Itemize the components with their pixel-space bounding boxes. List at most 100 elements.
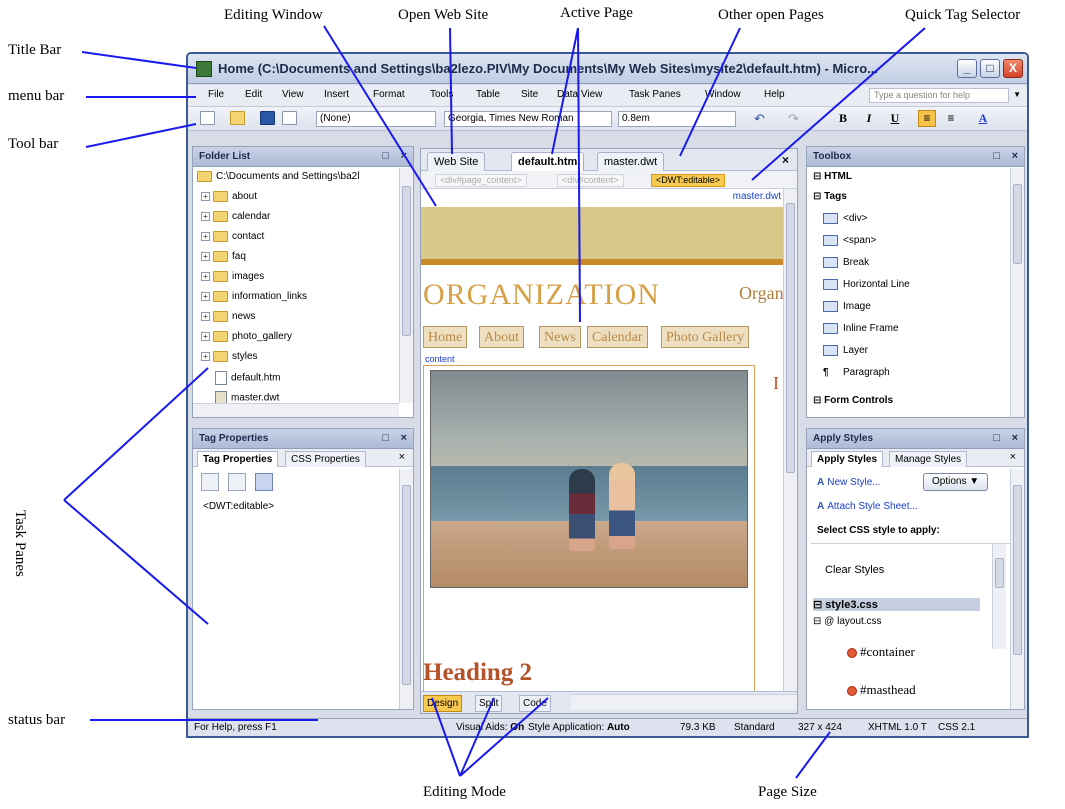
menu-site[interactable]: Site bbox=[521, 89, 538, 100]
expand-icon[interactable]: + bbox=[201, 332, 210, 341]
expand-icon[interactable]: + bbox=[201, 292, 210, 301]
toolbox-item-span[interactable]: <span> bbox=[823, 235, 876, 253]
expand-icon[interactable]: + bbox=[201, 352, 210, 361]
quick-tag-page-content[interactable]: <div#page_content> bbox=[435, 174, 527, 187]
doctype-status[interactable]: XHTML 1.0 T bbox=[868, 722, 927, 733]
editing-scrollbar[interactable] bbox=[783, 189, 797, 691]
tab-tag-properties[interactable]: Tag Properties bbox=[197, 451, 279, 467]
align-left-button[interactable]: ≡ bbox=[918, 110, 936, 127]
new-page-icon[interactable] bbox=[200, 111, 215, 125]
expand-icon[interactable]: + bbox=[201, 312, 210, 321]
design-canvas[interactable]: master.dwt ORGANIZATION Organ Home About… bbox=[421, 189, 783, 691]
toolbox-item-inline-frame[interactable]: Inline Frame bbox=[823, 323, 899, 341]
apply-styles-maximize-icon[interactable]: □ bbox=[993, 432, 1000, 444]
nav-calendar[interactable]: Calendar bbox=[587, 326, 648, 348]
attach-style-sheet-link[interactable]: A Attach Style Sheet... bbox=[817, 501, 918, 512]
tab-web-site[interactable]: Web Site bbox=[427, 152, 486, 171]
close-button[interactable]: X bbox=[1003, 59, 1023, 78]
menu-insert[interactable]: Insert bbox=[324, 89, 349, 100]
tree-folder-images[interactable]: + images bbox=[201, 271, 264, 291]
nav-news[interactable]: News bbox=[539, 326, 581, 348]
style-sheet-layout[interactable]: ⊟ @ layout.css bbox=[813, 616, 980, 627]
tab-apply-styles[interactable]: Apply Styles bbox=[811, 451, 884, 467]
help-search-input[interactable]: Type a question for help bbox=[869, 88, 1009, 103]
tab-css-properties[interactable]: CSS Properties bbox=[285, 451, 366, 467]
tab-master-dwt[interactable]: master.dwt bbox=[597, 152, 665, 171]
toolbox-section-form-controls[interactable]: ⊟ Form Controls bbox=[813, 395, 893, 413]
tree-folder-news[interactable]: + news bbox=[201, 311, 255, 331]
show-set-properties-icon[interactable] bbox=[254, 473, 273, 491]
scroll-thumb[interactable] bbox=[1013, 184, 1022, 264]
font-color-button[interactable]: A bbox=[974, 111, 992, 127]
menu-task-panes[interactable]: Task Panes bbox=[629, 89, 681, 100]
editable-content-region[interactable] bbox=[423, 365, 755, 691]
scroll-thumb[interactable] bbox=[402, 186, 411, 336]
menu-file[interactable]: File bbox=[208, 89, 224, 100]
scroll-thumb[interactable] bbox=[402, 485, 411, 685]
styles-list-scrollbar[interactable] bbox=[992, 544, 1006, 649]
menu-format[interactable]: Format bbox=[373, 89, 405, 100]
sort-az-icon[interactable] bbox=[227, 473, 246, 491]
toolbox-item-div[interactable]: <div> bbox=[823, 213, 867, 231]
tab-manage-styles[interactable]: Manage Styles bbox=[889, 451, 968, 467]
apply-styles-scrollbar[interactable] bbox=[1010, 469, 1024, 709]
tree-folder-information-links[interactable]: + information_links bbox=[201, 291, 307, 311]
tree-folder-calendar[interactable]: + calendar bbox=[201, 211, 270, 231]
tag-properties-close-icon[interactable]: × bbox=[401, 432, 407, 444]
expand-icon[interactable]: + bbox=[201, 252, 210, 261]
style-application-status[interactable]: Style Application: Auto bbox=[528, 722, 630, 733]
menu-table[interactable]: Table bbox=[476, 89, 500, 100]
quick-tag-editable[interactable]: <DWT:editable> bbox=[651, 174, 726, 187]
style-combo[interactable]: (None) bbox=[316, 111, 436, 127]
apply-styles-close-icon[interactable]: × bbox=[1012, 432, 1018, 444]
expand-icon[interactable]: + bbox=[201, 192, 210, 201]
visual-aids-status[interactable]: Visual Aids: On bbox=[456, 722, 524, 733]
toolbox-section-tags[interactable]: ⊟ Tags bbox=[813, 191, 847, 209]
toolbox-item-paragraph[interactable]: ¶ Paragraph bbox=[823, 367, 890, 385]
toolbox-item-layer[interactable]: Layer bbox=[823, 345, 868, 363]
toolbox-close-icon[interactable]: × bbox=[1012, 150, 1018, 162]
minimize-button[interactable]: _ bbox=[957, 59, 977, 78]
design-mode-button[interactable]: Design bbox=[423, 695, 463, 712]
tree-file-default[interactable]: default.htm bbox=[215, 371, 280, 391]
save-icon[interactable] bbox=[260, 111, 275, 125]
nav-home[interactable]: Home bbox=[423, 326, 468, 348]
scroll-thumb[interactable] bbox=[995, 558, 1004, 588]
categorized-icon[interactable] bbox=[201, 473, 219, 491]
redo-icon[interactable]: ↷ bbox=[788, 111, 799, 127]
expand-icon[interactable]: + bbox=[201, 272, 210, 281]
style-rule-container[interactable]: #container bbox=[847, 644, 980, 660]
style-rule-masthead[interactable]: #masthead bbox=[847, 682, 980, 698]
scroll-thumb[interactable] bbox=[786, 203, 795, 473]
menu-edit[interactable]: Edit bbox=[245, 89, 262, 100]
folder-list-maximize-icon[interactable]: □ bbox=[382, 150, 389, 162]
align-center-button[interactable]: ≡ bbox=[942, 111, 960, 127]
editing-hscrollbar[interactable] bbox=[571, 694, 797, 710]
undo-icon[interactable]: ↶ bbox=[754, 111, 765, 127]
bold-button[interactable]: B bbox=[834, 111, 852, 127]
toolbox-section-html[interactable]: ⊟ HTML bbox=[813, 171, 852, 189]
master-page-link[interactable]: master.dwt bbox=[733, 191, 781, 202]
code-mode-button[interactable]: Code bbox=[519, 695, 551, 712]
font-size-combo[interactable]: 0.8em bbox=[618, 111, 736, 127]
document-close-icon[interactable]: × bbox=[782, 153, 789, 167]
nav-about[interactable]: About bbox=[479, 326, 524, 348]
apply-styles-tab-close-icon[interactable]: × bbox=[1010, 451, 1016, 463]
nav-photo-gallery[interactable]: Photo Gallery bbox=[661, 326, 750, 348]
tree-root[interactable]: C:\Documents and Settings\ba2l bbox=[197, 171, 359, 191]
beach-photo[interactable] bbox=[430, 370, 748, 588]
split-mode-button[interactable]: Split bbox=[475, 695, 503, 712]
font-combo[interactable]: Georgia, Times New Roman bbox=[444, 111, 612, 127]
tree-folder-styles[interactable]: + styles bbox=[201, 351, 258, 371]
style-sheet-style3[interactable]: ⊟ style3.css bbox=[813, 598, 980, 611]
preview-icon[interactable] bbox=[282, 111, 297, 125]
tree-folder-about[interactable]: + about bbox=[201, 191, 257, 211]
menu-window[interactable]: Window bbox=[705, 89, 741, 100]
help-dropdown-icon[interactable]: ▼ bbox=[1013, 90, 1021, 99]
tree-folder-contact[interactable]: + contact bbox=[201, 231, 264, 251]
tab-default-htm[interactable]: default.htm bbox=[511, 152, 585, 171]
folder-list-scrollbar[interactable] bbox=[399, 168, 413, 403]
tag-properties-maximize-icon[interactable]: □ bbox=[382, 432, 389, 444]
toolbox-scrollbar[interactable] bbox=[1010, 168, 1024, 417]
maximize-button[interactable]: □ bbox=[980, 59, 1000, 78]
